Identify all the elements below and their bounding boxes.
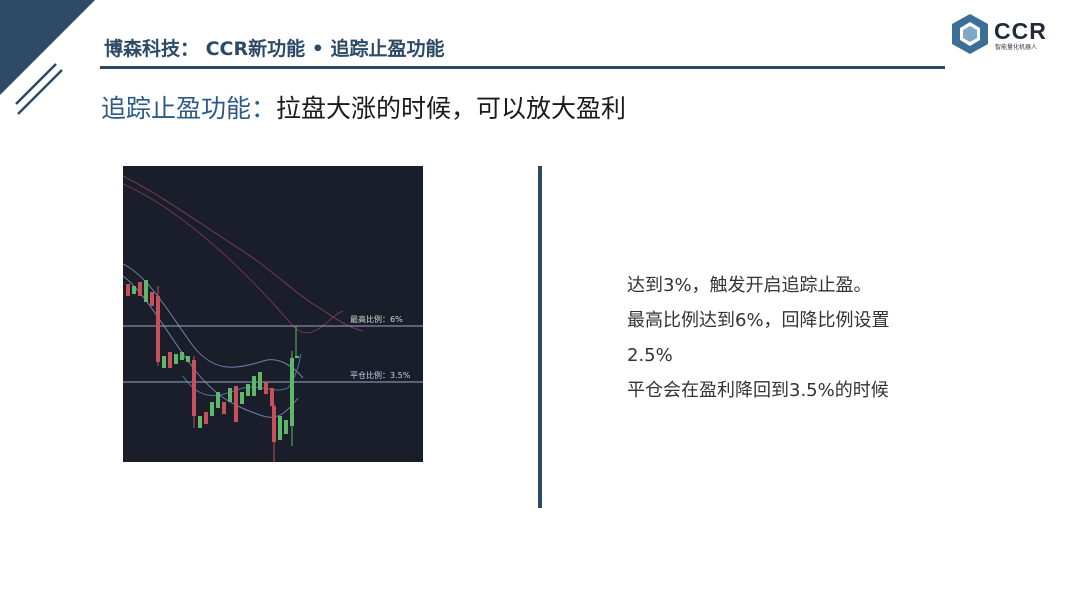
subtitle-text: 拉盘大涨的时候，可以放大盈利	[276, 94, 627, 123]
candle	[240, 392, 244, 404]
candle	[168, 352, 172, 368]
candle	[228, 388, 232, 402]
candle	[264, 382, 268, 394]
candle	[234, 386, 238, 422]
candle	[216, 392, 220, 408]
candle	[144, 280, 148, 302]
candle	[186, 356, 190, 362]
candle	[258, 372, 262, 390]
candle	[174, 354, 178, 364]
candle	[156, 296, 160, 362]
candle	[290, 358, 294, 426]
candle	[126, 284, 130, 296]
candle	[132, 286, 136, 294]
candle	[192, 360, 196, 416]
candle	[270, 388, 274, 406]
candle	[295, 356, 299, 358]
subtitle-key: 追踪止盈功能：	[101, 94, 277, 123]
candle	[210, 402, 214, 416]
candles	[126, 280, 299, 462]
logo-wordmark: CCR	[994, 18, 1047, 44]
candle	[246, 384, 250, 396]
close-ratio-label: 平仓比例：3.5%	[350, 370, 411, 380]
candle	[138, 282, 142, 296]
slide-subtitle: 追踪止盈功能：拉盘大涨的时候，可以放大盈利	[101, 89, 626, 125]
candle	[284, 420, 288, 434]
chart-canvas: 最高比例：6% 平仓比例：3.5%	[123, 175, 423, 462]
header-divider	[100, 66, 945, 69]
candle	[272, 406, 276, 442]
candle	[222, 402, 226, 414]
candle	[278, 416, 282, 440]
vertical-divider	[538, 166, 542, 508]
note-line: 达到3%，触发开启追踪止盈。	[627, 275, 872, 296]
candle	[180, 352, 184, 360]
note-line: 最高比例达到6%，回降比例设置	[627, 310, 890, 331]
signal-line	[182, 353, 302, 396]
high-ratio-label: 最高比例：6%	[350, 314, 403, 324]
candle	[198, 416, 202, 428]
candle	[150, 292, 154, 306]
notes-block: 达到3%，触发开启追踪止盈。 最高比例达到6%，回降比例设置 2.5% 平仓会在…	[627, 268, 967, 408]
logo-subtitle: 智能量化机器人	[995, 44, 1038, 51]
corner-decoration	[0, 0, 95, 115]
note-line: 平仓会在盈利降回到3.5%的时候	[627, 380, 889, 401]
note-line: 2.5%	[627, 345, 673, 366]
candlestick-chart: 最高比例：6% 平仓比例：3.5%	[123, 166, 423, 462]
candle	[204, 412, 208, 424]
header-title: 博森科技： CCR新功能 • 追踪止盈功能	[104, 38, 445, 60]
middle-band-line	[123, 263, 304, 379]
candle	[162, 356, 166, 368]
candle	[252, 376, 256, 396]
